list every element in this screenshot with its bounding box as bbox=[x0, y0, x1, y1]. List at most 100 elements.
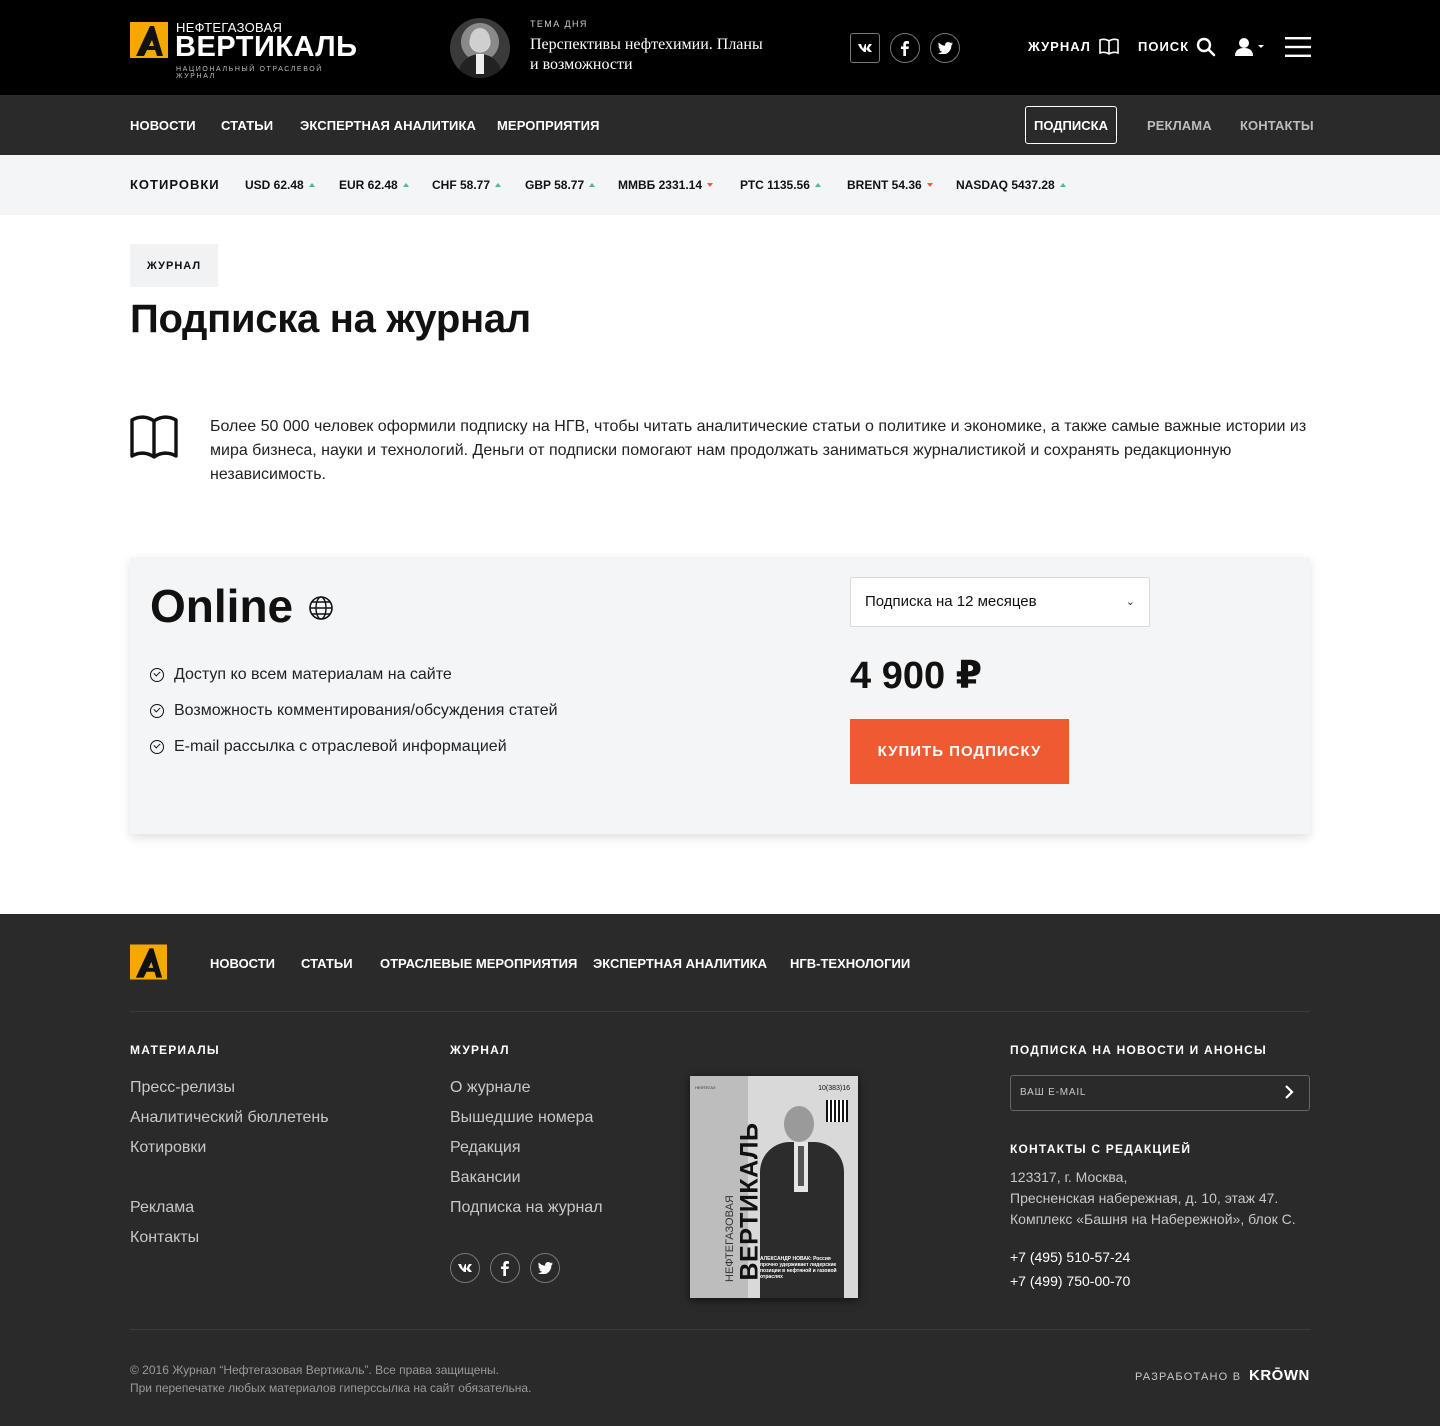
theme-author-photo[interactable] bbox=[450, 18, 510, 78]
user-menu-icon[interactable] bbox=[1235, 37, 1265, 57]
cover-title-small: НЕФТЕГАЗОВАЯ bbox=[724, 1195, 736, 1282]
nav-news[interactable]: НОВОСТИ bbox=[130, 118, 196, 133]
price: 4 900 ₽ bbox=[850, 655, 983, 697]
footer-divider bbox=[130, 1011, 1310, 1012]
plan-title: Online bbox=[150, 580, 294, 632]
twitter-icon[interactable] bbox=[530, 1253, 560, 1283]
selected-period: Подписка на 12 месяцев bbox=[865, 593, 1037, 610]
contacts-heading: КОНТАКТЫ С РЕДАКЦИЕЙ bbox=[1010, 1142, 1192, 1156]
copyright: © 2016 Журнал “Нефтегазовая Вертикаль”. … bbox=[130, 1363, 532, 1395]
footer-link[interactable]: Подписка на журнал bbox=[450, 1199, 603, 1217]
nav-events[interactable]: МЕРОПРИЯТИЯ bbox=[497, 118, 600, 133]
plan-feature: Возможность комментирования/обсуждения с… bbox=[150, 702, 558, 720]
footer-logo-icon[interactable] bbox=[130, 944, 167, 980]
footer-link[interactable]: Пресс-релизы bbox=[130, 1079, 235, 1097]
arrow-down-icon bbox=[707, 183, 713, 187]
address-line: Пресненская набережная, д. 10, этаж 47. bbox=[1010, 1190, 1279, 1206]
search-icon[interactable] bbox=[1196, 37, 1216, 57]
arrow-up-icon bbox=[814, 183, 821, 187]
plan-feature: E-mail рассылка с отраслевой информацией bbox=[150, 738, 507, 756]
email-placeholder: ВАШ E-MAIL bbox=[1020, 1087, 1087, 1098]
nav-contacts[interactable]: КОНТАКТЫ bbox=[1240, 118, 1314, 133]
arrow-up-icon bbox=[1059, 183, 1066, 187]
cover-caption: АЛЕКСАНДР НОВАК: Россия прочно удерживае… bbox=[760, 1256, 837, 1280]
nav-subscription[interactable]: ПОДПИСКА bbox=[1025, 106, 1117, 144]
newsletter-heading: ПОДПИСКА НА НОВОСТИ И АНОНСЫ bbox=[1010, 1043, 1267, 1057]
footer-nav-expert-analytics[interactable]: ЭКСПЕРТНАЯ АНАЛИТИКА bbox=[593, 956, 767, 971]
cover-title-big: ВЕРТИКАЛЬ bbox=[735, 1122, 764, 1281]
quote-item[interactable]: USD 62.48 bbox=[245, 178, 315, 192]
developed-by-label: РАЗРАБОТАНО В bbox=[1135, 1371, 1242, 1383]
footer-link[interactable]: Редакция bbox=[450, 1139, 521, 1157]
vk-icon[interactable] bbox=[850, 33, 880, 63]
logo-subtitle: НАЦИОНАЛЬНЫЙ ОТРАСЛЕВОЙ ЖУРНАЛ bbox=[176, 66, 323, 80]
chevron-right-icon[interactable] bbox=[1283, 1085, 1295, 1099]
quotes-bar: КОТИРОВКИ USD 62.48 EUR 62.48 CHF 58.77 … bbox=[0, 155, 1440, 215]
quote-item[interactable]: ММВБ 2331.14 bbox=[618, 178, 713, 192]
quote-item[interactable]: CHF 58.77 bbox=[432, 178, 502, 192]
arrow-down-icon bbox=[926, 183, 933, 187]
nav-advertising[interactable]: РЕКЛАМА bbox=[1147, 118, 1212, 133]
subscription-plan-card: Online Доступ ко всем материалам на сайт… bbox=[130, 557, 1310, 834]
breadcrumb[interactable]: ЖУРНАЛ bbox=[130, 244, 218, 287]
chevron-down-icon: ⌄ bbox=[1125, 596, 1135, 608]
buy-subscription-button[interactable]: КУПИТЬ ПОДПИСКУ bbox=[850, 719, 1069, 784]
address-line: 123317, г. Москва, bbox=[1010, 1169, 1128, 1185]
logo-big-text: ВЕРТИКАЛЬ bbox=[175, 31, 358, 63]
arrow-up-icon bbox=[402, 183, 409, 187]
site-logo[interactable]: НЕФТЕГАЗОВАЯ ВЕРТИКАЛЬ НАЦИОНАЛЬНЫЙ ОТРА… bbox=[130, 20, 360, 80]
page-title: Подписка на журнал bbox=[130, 297, 531, 341]
newsletter-email-input[interactable]: ВАШ E-MAIL bbox=[1010, 1075, 1310, 1111]
cover-issue: 10(383)16 bbox=[818, 1085, 850, 1092]
check-circle-icon bbox=[150, 704, 164, 718]
footer-link[interactable]: Вышедшие номера bbox=[450, 1109, 593, 1127]
quote-item[interactable]: EUR 62.48 bbox=[339, 178, 409, 192]
quote-item[interactable]: BRENT 54.36 bbox=[847, 178, 933, 192]
nav-articles[interactable]: СТАТЬИ bbox=[221, 118, 273, 133]
check-circle-icon bbox=[150, 740, 164, 754]
address-line: Комплекс «Башня на Набережной», блок С. bbox=[1010, 1211, 1296, 1227]
footer-nav-news[interactable]: НОВОСТИ bbox=[210, 956, 275, 971]
twitter-icon[interactable] bbox=[930, 33, 960, 63]
phone-link[interactable]: +7 (495) 510-57-24 bbox=[1010, 1249, 1130, 1265]
arrow-up-icon bbox=[308, 183, 315, 187]
journal-link[interactable]: ЖУРНАЛ bbox=[1028, 39, 1091, 54]
main-nav: НОВОСТИ СТАТЬИ ЭКСПЕРТНАЯ АНАЛИТИКА МЕРО… bbox=[0, 95, 1440, 155]
check-circle-icon bbox=[150, 668, 164, 682]
footer-link[interactable]: Котировки bbox=[130, 1139, 206, 1157]
open-book-icon[interactable] bbox=[1099, 38, 1119, 55]
top-header: НЕФТЕГАЗОВАЯ ВЕРТИКАЛЬ НАЦИОНАЛЬНЫЙ ОТРА… bbox=[0, 0, 1440, 95]
search-link[interactable]: ПОИСК bbox=[1138, 39, 1189, 54]
magazine-cover[interactable]: НЕФТЕГАЗ 10(383)16 НЕФТЕГАЗОВАЯ ВЕРТИКАЛ… bbox=[690, 1076, 858, 1298]
phone-link[interactable]: +7 (499) 750-00-70 bbox=[1010, 1273, 1130, 1289]
quote-item[interactable]: NASDAQ 5437.28 bbox=[956, 178, 1066, 192]
subscription-period-select[interactable]: Подписка на 12 месяцев ⌄ bbox=[850, 577, 1150, 627]
quotes-label: КОТИРОВКИ bbox=[130, 177, 220, 192]
developer-logo[interactable]: KRŌWN bbox=[1249, 1367, 1310, 1384]
facebook-icon[interactable] bbox=[890, 33, 920, 63]
quote-item[interactable]: РТС 1135.56 bbox=[740, 178, 821, 192]
footer-link[interactable]: Реклама bbox=[130, 1199, 194, 1217]
footer-link[interactable]: Аналитический бюллетень bbox=[130, 1109, 329, 1127]
quote-item[interactable]: GBP 58.77 bbox=[525, 178, 596, 192]
vk-icon[interactable] bbox=[450, 1253, 480, 1283]
footer-nav-industry-events[interactable]: ОТРАСЛЕВЫЕ МЕРОПРИЯТИЯ bbox=[380, 956, 577, 971]
logo-mark-icon bbox=[130, 22, 168, 58]
arrow-up-icon bbox=[589, 183, 596, 187]
footer-link[interactable]: Контакты bbox=[130, 1229, 199, 1247]
footer-nav-articles[interactable]: СТАТЬИ bbox=[301, 956, 353, 971]
footer-divider bbox=[130, 1329, 1310, 1330]
open-book-icon bbox=[130, 415, 178, 459]
footer-nav-ngv-tech[interactable]: НГВ-ТЕХНОЛОГИИ bbox=[790, 956, 910, 971]
hamburger-menu-icon[interactable] bbox=[1285, 36, 1311, 58]
plan-feature: Доступ ко всем материалам на сайте bbox=[150, 666, 452, 684]
footer: НОВОСТИ СТАТЬИ ОТРАСЛЕВЫЕ МЕРОПРИЯТИЯ ЭК… bbox=[0, 914, 1440, 1426]
footer-link[interactable]: Вакансии bbox=[450, 1169, 521, 1187]
theme-of-day-label: ТЕМА ДНЯ bbox=[530, 19, 588, 29]
nav-expert-analytics[interactable]: ЭКСПЕРТНАЯ АНАЛИТИКА bbox=[300, 118, 476, 133]
facebook-icon[interactable] bbox=[490, 1253, 520, 1283]
footer-link[interactable]: О журнале bbox=[450, 1079, 530, 1097]
theme-of-day-link[interactable]: Перспективы нефтехимии. Планы и возможно… bbox=[530, 35, 770, 75]
footer-materials-heading: МАТЕРИАЛЫ bbox=[130, 1043, 220, 1057]
footer-journal-heading: ЖУРНАЛ bbox=[450, 1043, 510, 1057]
